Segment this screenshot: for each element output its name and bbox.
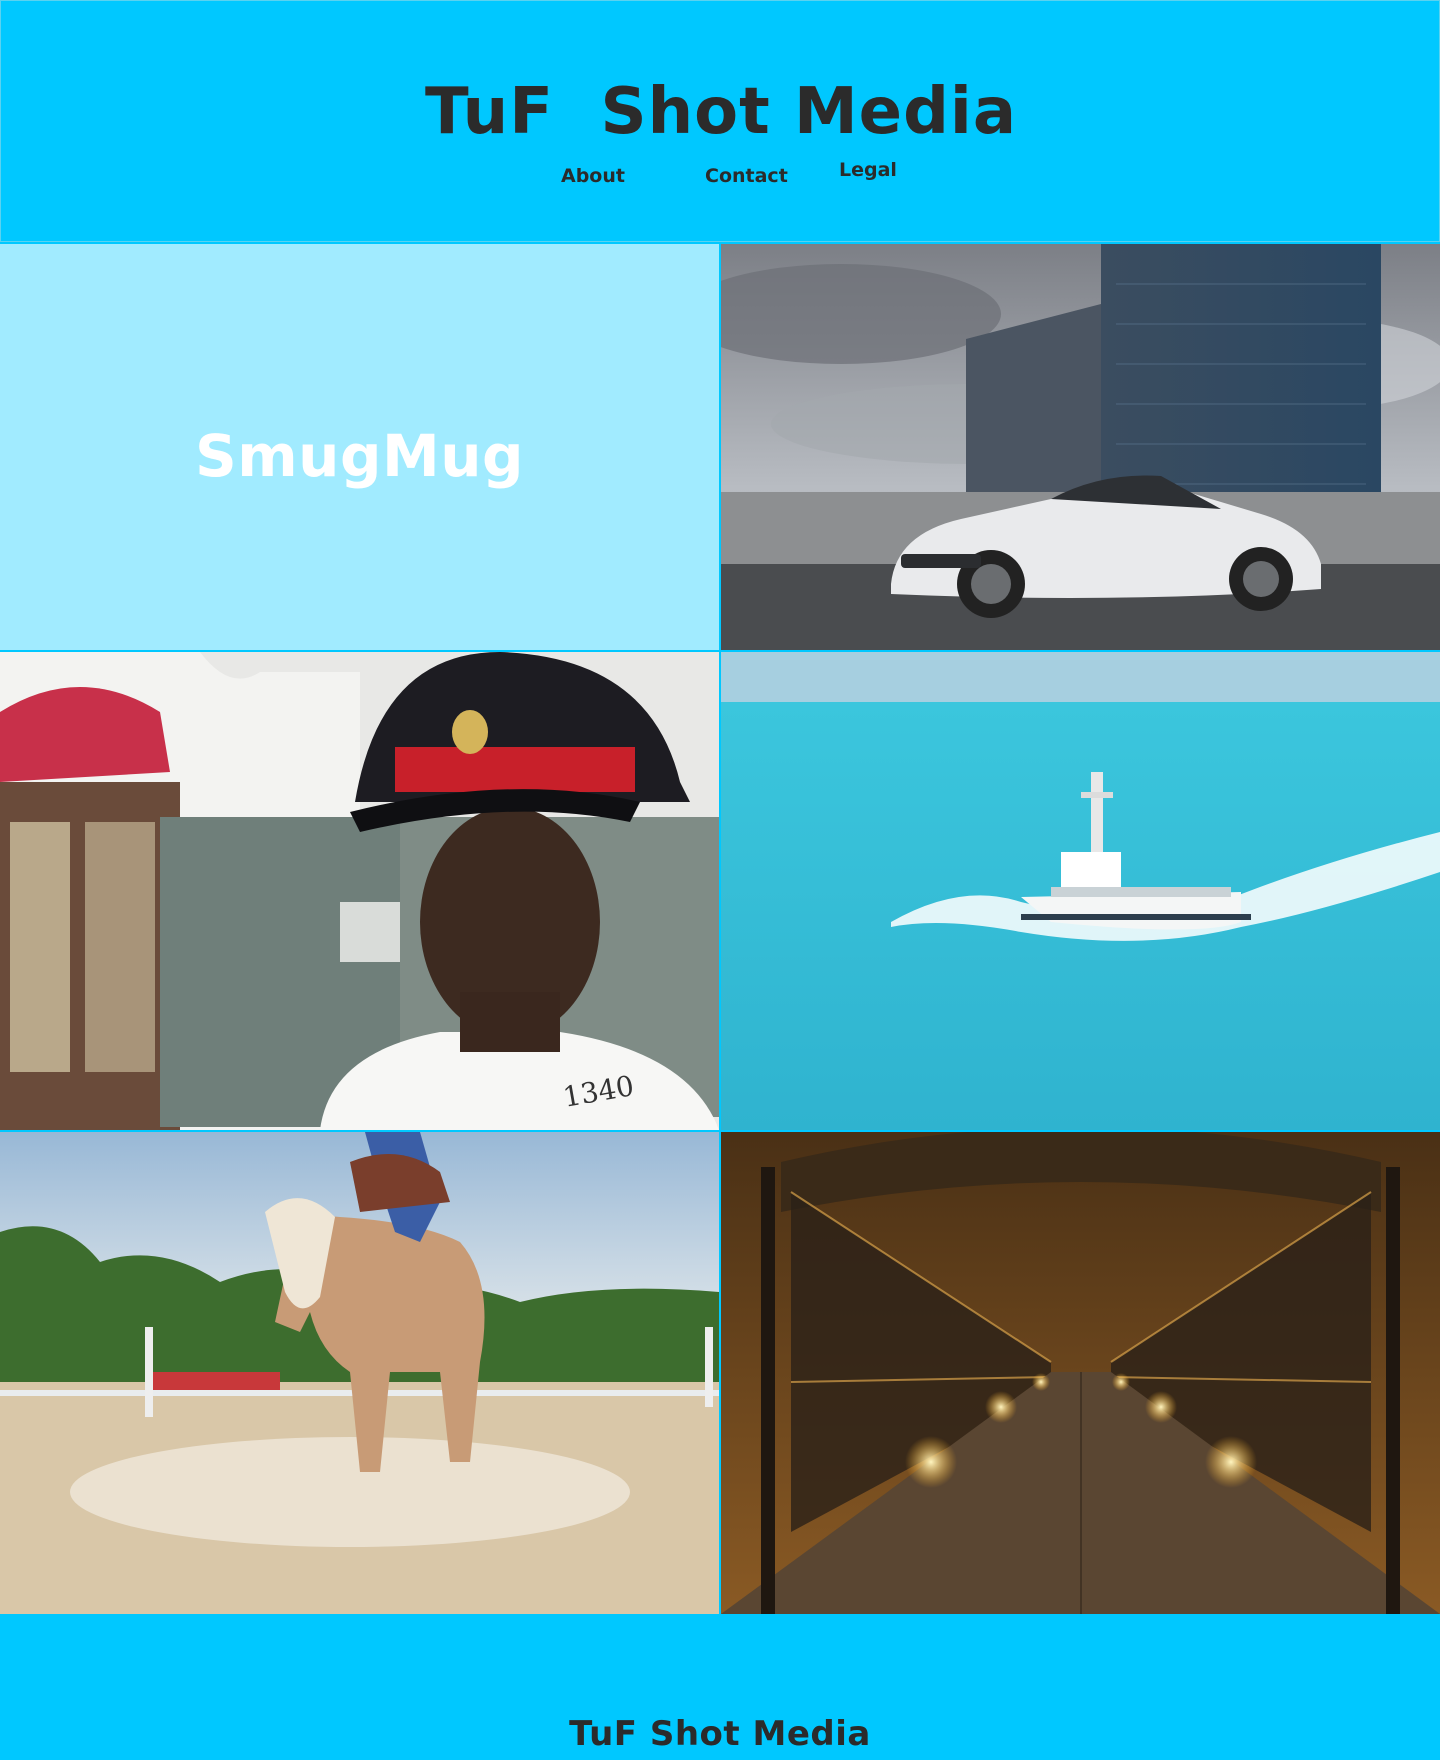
boat-photo-image	[721, 652, 1440, 1130]
guard-photo-image: 1340	[0, 652, 719, 1130]
car-photo[interactable]	[721, 244, 1440, 650]
bridge-photo-image	[721, 1132, 1440, 1614]
horse-photo-image	[0, 1132, 719, 1614]
smugmug-tile[interactable]: SmugMug	[0, 244, 719, 650]
bridge-photo[interactable]	[721, 1132, 1440, 1614]
footer-title: TuF Shot Media	[569, 1714, 871, 1754]
nav-contact-link[interactable]: Contact	[705, 165, 788, 187]
boat-photo[interactable]	[721, 652, 1440, 1130]
nav-about-link[interactable]: About	[561, 165, 625, 187]
guard-photo[interactable]: 1340	[0, 652, 719, 1130]
site-header: TuF Shot Media About Contact Legal	[0, 0, 1440, 242]
smugmug-label[interactable]: SmugMug	[0, 422, 719, 490]
site-title[interactable]: TuF Shot Media	[1, 75, 1440, 149]
photo-gallery: SmugMug 1340	[0, 244, 1440, 1614]
nav-legal-link[interactable]: Legal	[839, 159, 897, 181]
horse-photo[interactable]	[0, 1132, 719, 1614]
car-photo-image	[721, 244, 1440, 650]
